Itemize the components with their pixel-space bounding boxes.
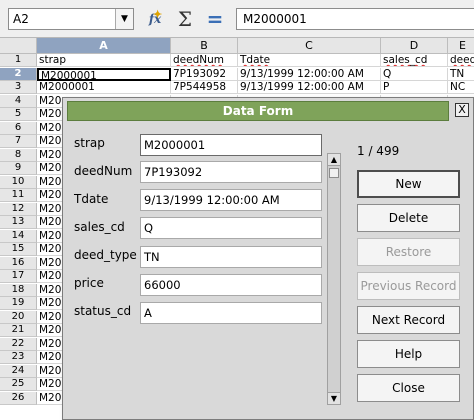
row-header[interactable]: 20 <box>0 311 37 324</box>
sheet-cell[interactable]: 7P544958 <box>171 81 238 94</box>
row-header[interactable]: 16 <box>0 257 37 270</box>
column-header-c[interactable]: C <box>238 38 381 54</box>
row-header[interactable]: 9 <box>0 162 37 175</box>
data-form-dialog: Data Form X strap M2000001 deedNum 7P193… <box>62 97 474 420</box>
sheet-cell[interactable]: deedNum <box>171 54 238 67</box>
scrollbar-thumb[interactable] <box>329 168 339 178</box>
column-header-d[interactable]: D <box>381 38 448 54</box>
dialog-title[interactable]: Data Form <box>67 101 449 121</box>
delete-button[interactable]: Delete <box>357 204 460 232</box>
select-all-corner[interactable] <box>0 38 37 54</box>
restore-button[interactable]: Restore <box>357 238 460 266</box>
row-header[interactable]: 2 <box>0 68 37 81</box>
sheet-cell[interactable]: Q <box>381 68 448 81</box>
field-tdate-input[interactable]: 9/13/1999 12:00:00 AM <box>140 189 322 211</box>
name-box[interactable]: A2 ▼ <box>8 8 134 30</box>
field-label-sales-cd: sales_cd <box>74 220 125 234</box>
record-counter: 1 / 499 <box>357 144 400 158</box>
row-header[interactable]: 4 <box>0 95 37 108</box>
sheet-cell[interactable]: TN <box>448 68 474 81</box>
field-label-price: price <box>74 276 104 290</box>
next-record-button[interactable]: Next Record <box>357 306 460 334</box>
row-header[interactable]: 11 <box>0 189 37 202</box>
sheet-cell[interactable]: strap <box>37 54 171 67</box>
row-header[interactable]: 3 <box>0 81 37 94</box>
sheet-cell[interactable]: sales_cd <box>381 54 448 67</box>
sheet-cell[interactable]: NC <box>448 81 474 94</box>
row-header[interactable]: 15 <box>0 243 37 256</box>
row-header[interactable]: 26 <box>0 392 37 405</box>
sigma-icon[interactable]: Σ <box>173 8 197 30</box>
row-header[interactable]: 24 <box>0 365 37 378</box>
formula-toolbar: A2 ▼ fx ✦ Σ = M2000001 <box>0 0 474 38</box>
formula-input-value: M2000001 <box>243 12 307 26</box>
field-strap-input[interactable]: M2000001 <box>140 134 322 156</box>
record-scrollbar[interactable]: ▲ ▼ <box>327 153 341 405</box>
field-sales-cd-input[interactable]: Q <box>140 217 322 239</box>
name-box-value: A2 <box>13 12 29 26</box>
column-header-e[interactable]: E <box>448 38 474 54</box>
field-status-cd-input[interactable]: A <box>140 302 322 324</box>
sheet-cell[interactable]: 9/13/1999 12:00:00 AM <box>238 81 381 94</box>
fx-icon[interactable]: fx ✦ <box>143 8 167 30</box>
scroll-down-icon[interactable]: ▼ <box>328 392 340 404</box>
chevron-down-icon[interactable]: ▼ <box>115 9 133 29</box>
sigma-label: Σ <box>177 7 193 31</box>
close-icon[interactable]: X <box>455 103 469 117</box>
row-header[interactable]: 19 <box>0 297 37 310</box>
column-header-b[interactable]: B <box>171 38 238 54</box>
help-button[interactable]: Help <box>357 340 460 368</box>
field-label-status-cd: status_cd <box>74 304 132 318</box>
sheet-cell[interactable]: 9/13/1999 12:00:00 AM <box>238 68 381 81</box>
sheet-cell[interactable]: deed <box>448 54 474 67</box>
row-header[interactable]: 10 <box>0 176 37 189</box>
field-price-input[interactable]: 66000 <box>140 274 322 296</box>
row-header[interactable]: 17 <box>0 270 37 283</box>
field-deed-type-input[interactable]: TN <box>140 246 322 268</box>
scroll-up-icon[interactable]: ▲ <box>328 154 340 166</box>
row-header[interactable]: 13 <box>0 216 37 229</box>
sheet-cell[interactable]: P <box>381 81 448 94</box>
row-header[interactable]: 12 <box>0 203 37 216</box>
row-header[interactable]: 14 <box>0 230 37 243</box>
row-header[interactable]: 6 <box>0 122 37 135</box>
row-header[interactable]: 25 <box>0 378 37 391</box>
formula-input[interactable]: M2000001 <box>236 8 474 30</box>
close-button[interactable]: Close <box>357 374 460 402</box>
equals-label: = <box>206 7 224 31</box>
field-label-tdate: Tdate <box>74 192 109 206</box>
sheet-cell[interactable]: M2000001 <box>37 81 171 94</box>
row-header[interactable]: 1 <box>0 54 37 67</box>
previous-record-button[interactable]: Previous Record <box>357 272 460 300</box>
row-header[interactable]: 18 <box>0 284 37 297</box>
row-header[interactable]: 21 <box>0 324 37 337</box>
row-header[interactable]: 22 <box>0 338 37 351</box>
row-header[interactable]: 23 <box>0 351 37 364</box>
row-header[interactable]: 7 <box>0 135 37 148</box>
field-label-deed-type: deed_type <box>74 248 137 262</box>
field-label-deednum: deedNum <box>74 164 133 178</box>
field-label-strap: strap <box>74 136 105 150</box>
row-header[interactable]: 5 <box>0 108 37 121</box>
new-button[interactable]: New <box>357 170 460 198</box>
sheet-cell[interactable]: 7P193092 <box>171 68 238 81</box>
equals-icon[interactable]: = <box>203 8 227 30</box>
sheet-cell[interactable]: M2000001 <box>37 68 171 81</box>
column-header-a[interactable]: A <box>37 38 171 54</box>
field-deednum-input[interactable]: 7P193092 <box>140 161 322 183</box>
row-header[interactable]: 8 <box>0 149 37 162</box>
sheet-cell[interactable]: Tdate <box>238 54 381 67</box>
